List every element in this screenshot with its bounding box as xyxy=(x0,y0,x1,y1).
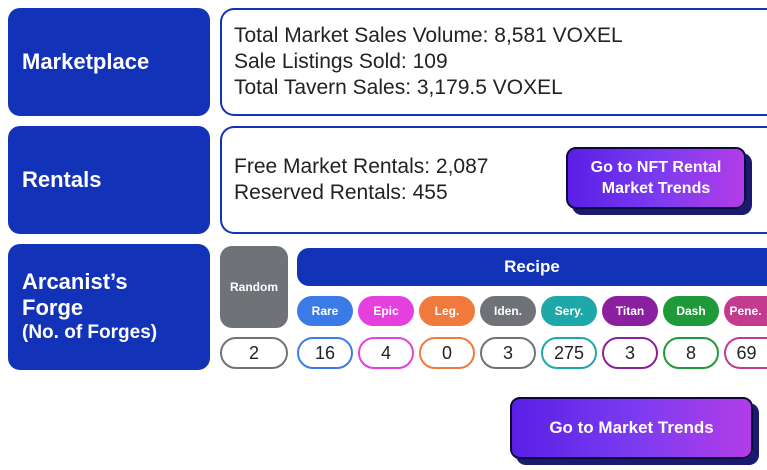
recipe-count-rare: 16 xyxy=(297,337,353,369)
recipe-count-sery: 275 xyxy=(541,337,597,369)
sale-listings-sold: Sale Listings Sold: 109 xyxy=(234,50,448,73)
total-market-sales-volume: Total Market Sales Volume: 8,581 VOXEL xyxy=(234,24,623,47)
rentals-label: Rentals xyxy=(8,126,210,234)
recipe-chip-rare: Rare xyxy=(297,296,353,326)
recipe-count-identity: 3 xyxy=(480,337,536,369)
recipe-chip-titan: Titan xyxy=(602,296,658,326)
recipe-count-titan: 3 xyxy=(602,337,658,369)
recipe-header: Recipe xyxy=(297,248,767,286)
random-header: Random xyxy=(220,246,288,328)
marketplace-title: Marketplace xyxy=(22,49,150,74)
recipe-count-epic: 4 xyxy=(358,337,414,369)
forge-title-line3: (No. of Forges) xyxy=(22,322,158,343)
forge-label: Arcanist’s Forge (No. of Forges) xyxy=(8,244,210,370)
recipe-chip-legendary: Leg. xyxy=(419,296,475,326)
nft-rental-market-trends-button[interactable]: Go to NFT Rental Market Trends xyxy=(566,147,746,209)
recipe-chip-sery: Sery. xyxy=(541,296,597,326)
random-count: 2 xyxy=(220,337,288,369)
nft-rental-button-line2: Market Trends xyxy=(601,180,711,197)
nft-rental-button-line1: Go to NFT Rental xyxy=(590,159,722,176)
recipe-count-dash: 8 xyxy=(663,337,719,369)
marketplace-stats: Total Market Sales Volume: 8,581 VOXEL S… xyxy=(220,8,767,116)
recipe-chip-penetration: Pene. xyxy=(724,296,767,326)
recipe-chip-identity: Iden. xyxy=(480,296,536,326)
marketplace-label: Marketplace xyxy=(8,8,210,116)
rentals-title: Rentals xyxy=(22,167,102,192)
recipe-count-legendary: 0 xyxy=(419,337,475,369)
market-trends-button[interactable]: Go to Market Trends xyxy=(510,397,753,459)
forge-title-line1: Arcanist’s xyxy=(22,269,128,294)
recipe-chip-dash: Dash xyxy=(663,296,719,326)
total-tavern-sales: Total Tavern Sales: 3,179.5 VOXEL xyxy=(234,76,563,99)
forge-title-line2: Forge xyxy=(22,295,84,320)
recipe-count-penetration: 69 xyxy=(724,337,767,369)
recipe-chip-epic: Epic xyxy=(358,296,414,326)
market-trends-button-label: Go to Market Trends xyxy=(549,418,714,437)
